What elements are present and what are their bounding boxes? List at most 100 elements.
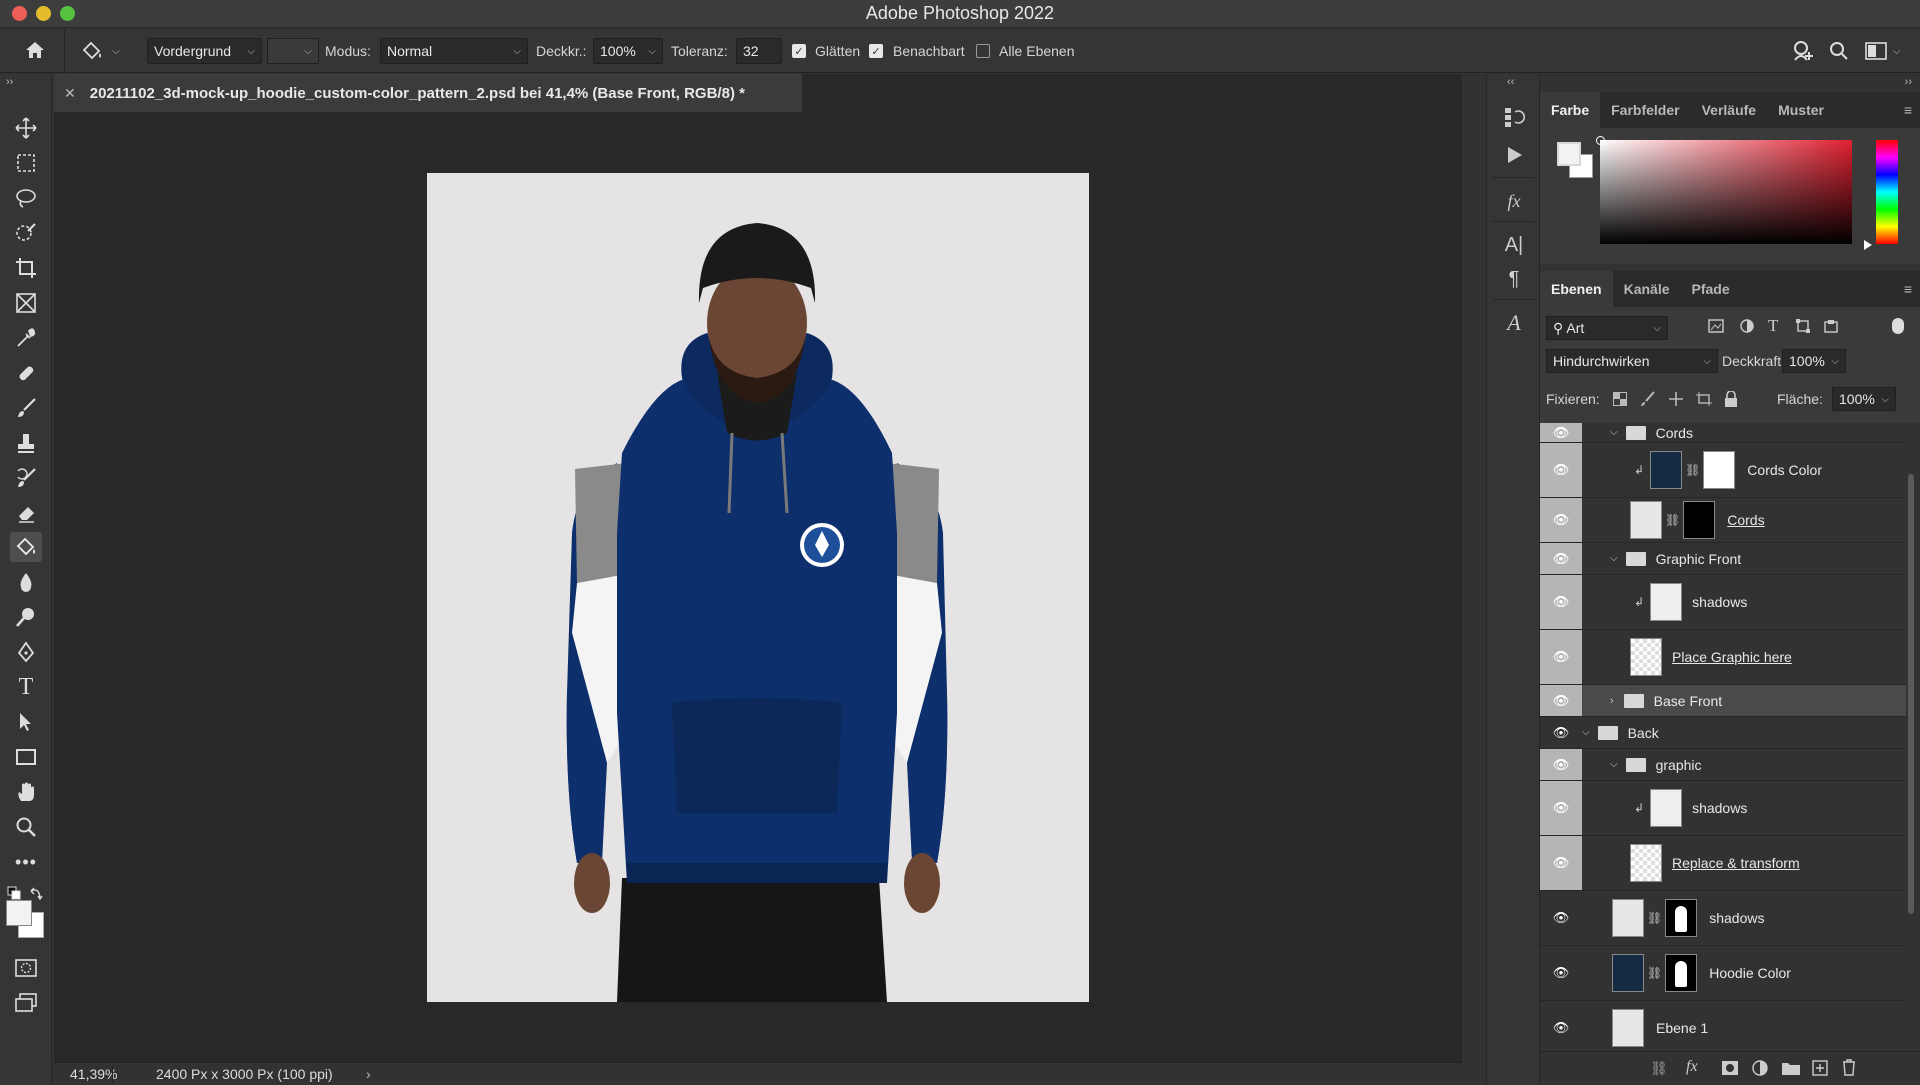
blur-tool-icon[interactable] <box>10 567 42 597</box>
zoom-level[interactable]: 41,39% <box>70 1066 117 1082</box>
more-tools-icon[interactable]: ••• <box>10 847 42 877</box>
styles-fx-icon[interactable]: fx <box>1498 186 1530 216</box>
visibility-eye-icon[interactable]: 👁 <box>1540 443 1582 497</box>
layer-row[interactable]: 👁 ⌵ graphic <box>1540 749 1906 781</box>
dodge-tool-icon[interactable] <box>10 602 42 632</box>
visibility-eye-icon[interactable]: 👁 <box>1540 423 1582 442</box>
expand-chevron-icon[interactable]: ⌵ <box>1610 427 1618 438</box>
layer-row[interactable]: 👁 ↲ shadows <box>1540 781 1906 836</box>
visibility-eye-icon[interactable]: 👁 <box>1540 717 1582 748</box>
layer-opacity-input[interactable]: 100% ⌵ <box>1782 349 1846 373</box>
pen-tool-icon[interactable] <box>10 637 42 667</box>
filter-type-icon[interactable]: T <box>1768 316 1778 336</box>
lock-pixels-icon[interactable] <box>1640 391 1656 410</box>
collapse-dock-icon[interactable]: ‹‹ <box>1507 76 1514 88</box>
tab-pfade[interactable]: Pfade <box>1681 271 1741 307</box>
foreground-color-swatch[interactable] <box>6 900 32 926</box>
lock-transparency-icon[interactable] <box>1613 392 1627 409</box>
lock-artboard-icon[interactable] <box>1696 392 1712 409</box>
glyphs-panel-icon[interactable]: A <box>1498 308 1530 338</box>
filter-shape-icon[interactable] <box>1796 319 1810 336</box>
crop-tool-icon[interactable] <box>10 253 42 283</box>
adjustment-layer-icon[interactable] <box>1752 1060 1768 1079</box>
collapse-toolbar-icon[interactable]: ›› <box>6 76 13 88</box>
layer-row[interactable]: 👁 Replace & transform <box>1540 836 1906 891</box>
zoom-tool-icon[interactable] <box>10 812 42 842</box>
filter-pixel-icon[interactable] <box>1708 319 1724 336</box>
screen-mode-icon[interactable] <box>10 988 42 1018</box>
layer-row[interactable]: 👁 ⌵ Cords <box>1540 423 1906 443</box>
visibility-eye-icon[interactable]: 👁 <box>1540 891 1582 945</box>
paint-bucket-tool-preset-icon[interactable]: ⌵ <box>80 40 120 62</box>
hue-slider-handle[interactable] <box>1864 240 1872 250</box>
link-layers-icon[interactable]: ⛓ <box>1650 1060 1668 1077</box>
tab-farbe[interactable]: Farbe <box>1540 92 1601 128</box>
layers-panel-menu-icon[interactable]: ≡ <box>1904 281 1912 297</box>
clone-stamp-tool-icon[interactable] <box>10 428 42 458</box>
expand-chevron-icon[interactable]: ⌵ <box>1610 759 1618 770</box>
lock-position-icon[interactable] <box>1668 391 1684 410</box>
layers-scrollbar[interactable] <box>1908 474 1914 914</box>
minimize-window-button[interactable] <box>36 6 51 21</box>
layer-row[interactable]: 👁 ⌵ Graphic Front <box>1540 543 1906 575</box>
color-panel-menu-icon[interactable]: ≡ <box>1904 102 1912 118</box>
move-tool-icon[interactable] <box>10 113 42 143</box>
layer-row[interactable]: 👁 Ebene 1 <box>1540 1001 1906 1051</box>
layer-row[interactable]: 👁 ⛓ Cords <box>1540 498 1906 543</box>
tab-verlaeufe[interactable]: Verläufe <box>1691 92 1767 128</box>
history-brush-tool-icon[interactable] <box>10 463 42 493</box>
paragraph-panel-icon[interactable]: ¶ <box>1498 264 1530 294</box>
visibility-eye-icon[interactable]: 👁 <box>1540 575 1582 629</box>
frame-tool-icon[interactable] <box>10 288 42 318</box>
rectangle-tool-icon[interactable] <box>10 742 42 772</box>
fill-source-select[interactable]: Vordergrund ⌵ <box>147 38 262 64</box>
expand-chevron-icon[interactable]: ⌵ <box>1582 727 1590 738</box>
character-panel-icon[interactable]: A| <box>1498 230 1530 260</box>
eraser-tool-icon[interactable] <box>10 498 42 528</box>
visibility-eye-icon[interactable]: 👁 <box>1540 685 1582 716</box>
history-panel-icon[interactable] <box>1498 102 1530 132</box>
layer-style-fx-icon[interactable]: fx <box>1686 1058 1698 1076</box>
visibility-eye-icon[interactable]: 👁 <box>1540 630 1582 684</box>
visibility-eye-icon[interactable]: 👁 <box>1540 946 1582 1000</box>
close-window-button[interactable] <box>12 6 27 21</box>
visibility-eye-icon[interactable]: 👁 <box>1540 836 1582 890</box>
color-picker-handle[interactable] <box>1596 136 1605 145</box>
actions-play-icon[interactable] <box>1498 140 1530 170</box>
tab-kanaele[interactable]: Kanäle <box>1613 271 1681 307</box>
visibility-eye-icon[interactable]: 👁 <box>1540 543 1582 574</box>
visibility-eye-icon[interactable]: 👁 <box>1540 781 1582 835</box>
layer-row[interactable]: 👁 ⌵ Back <box>1540 717 1906 749</box>
layers-list[interactable]: 👁 ⌵ Cords 👁 ↲ ⛓ Cords Color 👁 ⛓ Cords 👁 … <box>1540 423 1920 1051</box>
healing-brush-tool-icon[interactable] <box>10 358 42 388</box>
contiguous-checkbox[interactable]: ✓ <box>869 44 883 58</box>
add-mask-icon[interactable] <box>1722 1061 1738 1078</box>
hue-slider[interactable] <box>1876 140 1898 244</box>
marquee-tool-icon[interactable] <box>10 148 42 178</box>
document-canvas[interactable] <box>427 173 1089 1002</box>
close-document-icon[interactable]: ✕ <box>64 85 76 102</box>
layer-row[interactable]: 👁 ⛓ shadows <box>1540 891 1906 946</box>
visibility-eye-icon[interactable]: 👁 <box>1540 749 1582 780</box>
pattern-picker[interactable]: ⌵ <box>267 38 319 64</box>
tab-ebenen[interactable]: Ebenen <box>1540 271 1613 307</box>
foreground-color-chip[interactable] <box>1557 142 1581 166</box>
mode-select[interactable]: Normal ⌵ <box>380 38 528 64</box>
new-layer-icon[interactable] <box>1812 1060 1828 1079</box>
layer-row[interactable]: 👁 ↲ ⛓ Cords Color <box>1540 443 1906 498</box>
share-icon[interactable] <box>1791 40 1815 65</box>
filter-adjustment-icon[interactable] <box>1740 319 1754 336</box>
brush-tool-icon[interactable] <box>10 393 42 423</box>
filter-toggle-icon[interactable] <box>1892 318 1904 334</box>
layer-fill-input[interactable]: 100% ⌵ <box>1832 387 1896 411</box>
delete-layer-icon[interactable] <box>1842 1059 1856 1079</box>
path-selection-tool-icon[interactable] <box>10 707 42 737</box>
home-icon[interactable] <box>24 40 46 63</box>
layer-row[interactable]: 👁 ↲ shadows <box>1540 575 1906 630</box>
zoom-window-button[interactable] <box>60 6 75 21</box>
expand-chevron-icon[interactable]: › <box>1610 695 1614 707</box>
opacity-input[interactable]: 100% ⌵ <box>593 38 663 64</box>
antialias-checkbox[interactable]: ✓ <box>792 44 806 58</box>
workspace-icon[interactable]: ⌵ <box>1865 42 1901 60</box>
new-group-icon[interactable] <box>1782 1061 1800 1078</box>
